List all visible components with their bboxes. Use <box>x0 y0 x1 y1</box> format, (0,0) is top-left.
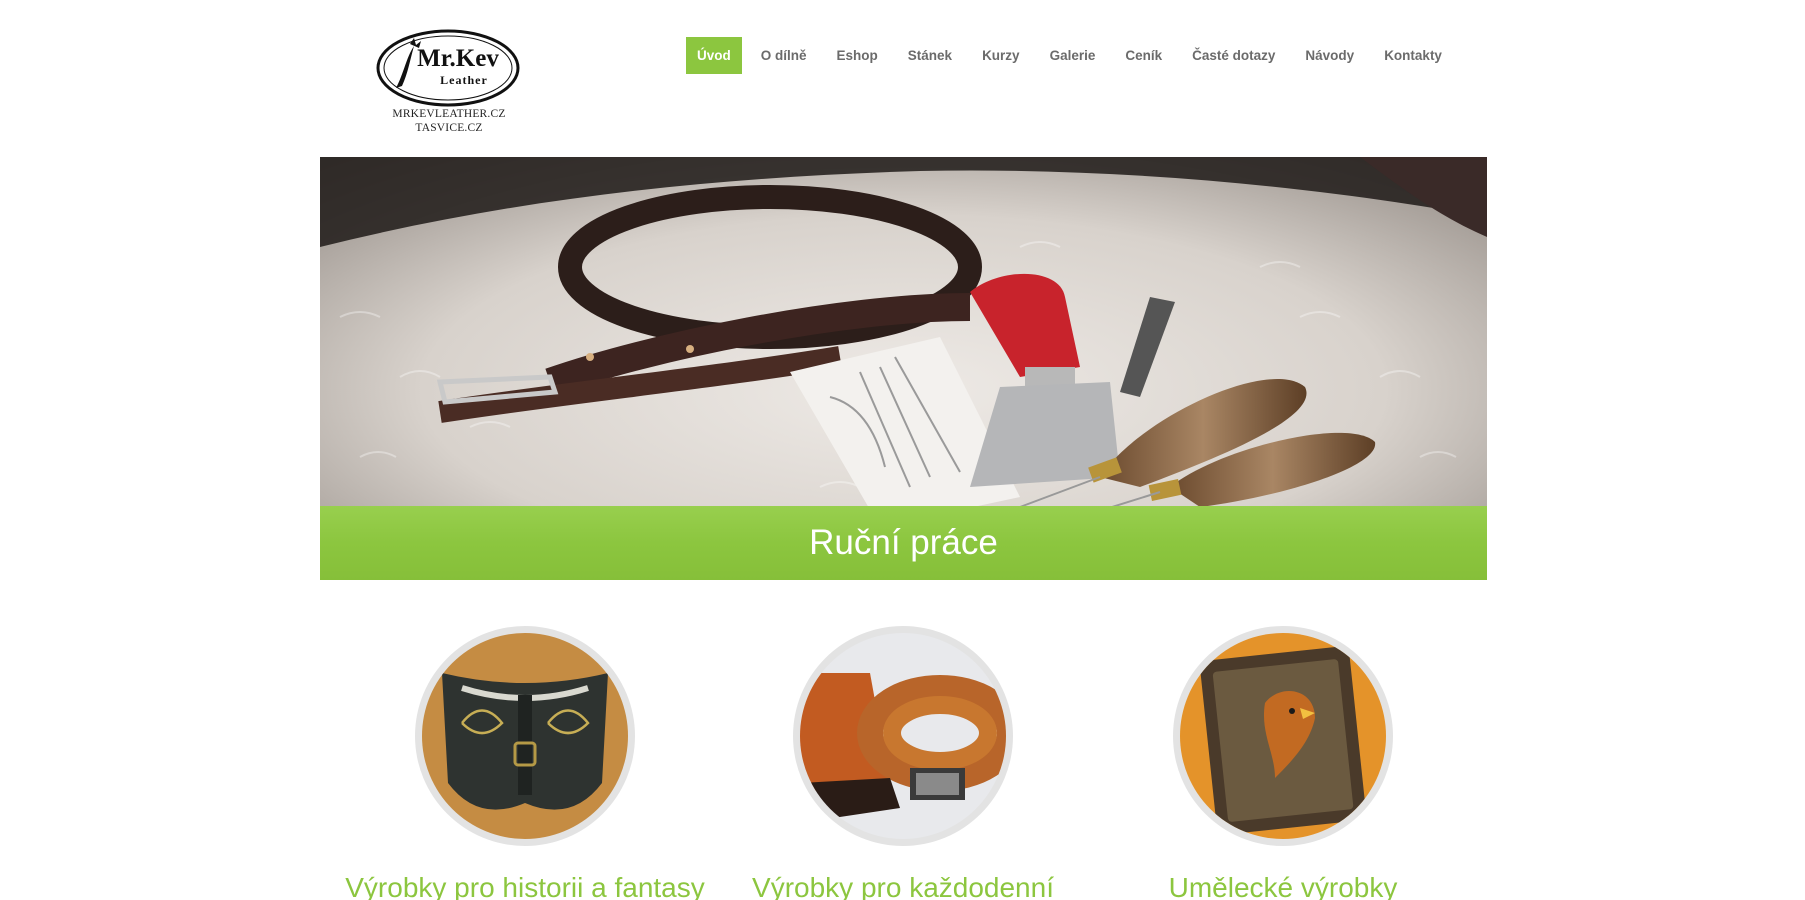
main-nav: Úvod O dílně Eshop Stánek Kurzy Galerie … <box>686 37 1461 74</box>
feature-title[interactable]: Umělecké výrobky <box>1083 872 1483 900</box>
feature-image-circle[interactable] <box>1173 626 1393 846</box>
logo-brand-line2: Leather <box>440 73 488 87</box>
nav-item-caste-dotazy[interactable]: Časté dotazy <box>1181 37 1286 74</box>
feature-artistic[interactable]: Umělecké výrobky <box>1083 626 1483 900</box>
history-pouch-image <box>422 633 628 839</box>
hero-caption: Ruční práce <box>809 523 998 562</box>
feature-image-circle[interactable] <box>415 626 635 846</box>
nav-item-o-dilne[interactable]: O dílně <box>750 37 818 74</box>
logo-brand-line1: Mr.Kev <box>417 45 499 72</box>
artistic-cover-image <box>1180 633 1386 839</box>
nav-item-uvod[interactable]: Úvod <box>686 37 742 74</box>
nav-item-kontakty[interactable]: Kontakty <box>1373 37 1453 74</box>
logo-emblem: Mr.Kev Leather <box>376 29 520 107</box>
nav-item-kurzy[interactable]: Kurzy <box>971 37 1031 74</box>
feature-title[interactable]: Výrobky pro každodenní <box>703 872 1103 900</box>
nav-item-eshop[interactable]: Eshop <box>826 37 889 74</box>
hero-caption-bar: Ruční práce <box>320 506 1487 580</box>
logo-domain-secondary: TASVICE.CZ <box>415 122 483 134</box>
site-logo[interactable]: Mr.Kev Leather MRKEVLEATHER.CZ TASVICE.C… <box>374 28 524 140</box>
nav-item-cenik[interactable]: Ceník <box>1114 37 1173 74</box>
logo-domain-primary: MRKEVLEATHER.CZ <box>392 108 506 120</box>
feature-everyday[interactable]: Výrobky pro každodenní <box>703 626 1103 900</box>
nav-item-stanek[interactable]: Stánek <box>897 37 963 74</box>
everyday-belt-image <box>800 633 1006 839</box>
feature-history-fantasy[interactable]: Výrobky pro historii a fantasy <box>325 626 725 900</box>
feature-title[interactable]: Výrobky pro historii a fantasy <box>325 872 725 900</box>
hero-slider[interactable]: Ruční práce <box>320 157 1487 580</box>
page: Mr.Kev Leather MRKEVLEATHER.CZ TASVICE.C… <box>0 0 1805 900</box>
feature-image-circle[interactable] <box>793 626 1013 846</box>
nav-item-galerie[interactable]: Galerie <box>1039 37 1107 74</box>
nav-item-navody[interactable]: Návody <box>1294 37 1365 74</box>
